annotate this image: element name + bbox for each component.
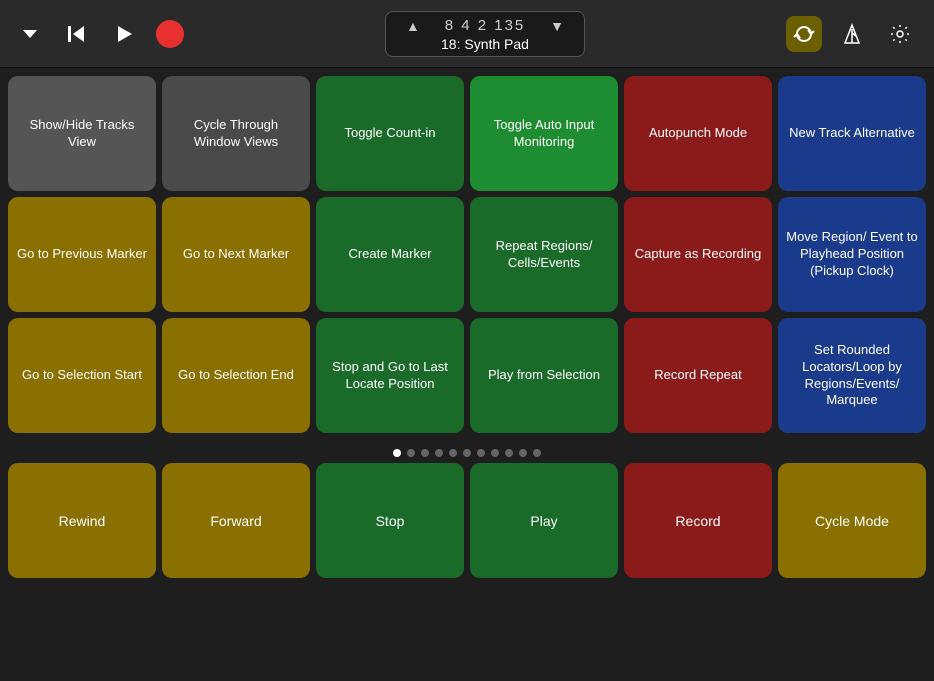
grid-cell-1-2[interactable]: Create Marker: [316, 197, 464, 312]
dropdown-arrow-icon: [20, 24, 40, 44]
metronome-button[interactable]: [834, 16, 870, 52]
header-center-top: ▲ 8 4 2 135 ▼: [402, 16, 568, 36]
transport-cell-5[interactable]: Cycle Mode: [778, 463, 926, 578]
page-dot-9[interactable]: [519, 449, 527, 457]
transport-cell-0[interactable]: Rewind: [8, 463, 156, 578]
page-dot-3[interactable]: [435, 449, 443, 457]
grid-cell-0-4[interactable]: Autopunch Mode: [624, 76, 772, 191]
record-circle: [156, 20, 184, 48]
header: ▲ 8 4 2 135 ▼ 18: Synth Pad: [0, 0, 934, 68]
cycle-button[interactable]: [786, 16, 822, 52]
grid-cell-0-5[interactable]: New Track Alternative: [778, 76, 926, 191]
grid-cell-0-3[interactable]: Toggle Auto Input Monitoring: [470, 76, 618, 191]
header-right: [786, 16, 918, 52]
grid-cell-2-1[interactable]: Go to Selection End: [162, 318, 310, 433]
metronome-icon: [841, 23, 863, 45]
skip-back-icon: [64, 22, 88, 46]
grid-cell-1-1[interactable]: Go to Next Marker: [162, 197, 310, 312]
rewind-to-start-button[interactable]: [60, 18, 92, 50]
grid-cell-0-1[interactable]: Cycle Through Window Views: [162, 76, 310, 191]
settings-button[interactable]: [882, 16, 918, 52]
page-dot-2[interactable]: [421, 449, 429, 457]
page-dot-0[interactable]: [393, 449, 401, 457]
play-button[interactable]: [108, 18, 140, 50]
play-icon: [112, 22, 136, 46]
page-dot-1[interactable]: [407, 449, 415, 457]
page-dot-8[interactable]: [505, 449, 513, 457]
grid-cell-1-0[interactable]: Go to Previous Marker: [8, 197, 156, 312]
header-left: [16, 18, 184, 50]
page-dot-7[interactable]: [491, 449, 499, 457]
page-dots: [0, 441, 934, 463]
chevron-down-button[interactable]: ▼: [546, 16, 568, 36]
grid-cell-2-5[interactable]: Set Rounded Locators/Loop by Regions/Eve…: [778, 318, 926, 433]
grid-cell-1-4[interactable]: Capture as Recording: [624, 197, 772, 312]
grid-cell-1-3[interactable]: Repeat Regions/ Cells/Events: [470, 197, 618, 312]
transport-cell-1[interactable]: Forward: [162, 463, 310, 578]
page-dot-6[interactable]: [477, 449, 485, 457]
grid-cell-2-4[interactable]: Record Repeat: [624, 318, 772, 433]
page-dot-5[interactable]: [463, 449, 471, 457]
track-name: 18: Synth Pad: [441, 36, 529, 52]
page-dot-10[interactable]: [533, 449, 541, 457]
transport-cell-4[interactable]: Record: [624, 463, 772, 578]
page-dot-4[interactable]: [449, 449, 457, 457]
record-button[interactable]: [156, 20, 184, 48]
transport-grid: RewindForwardStopPlayRecordCycle Mode: [8, 463, 926, 578]
cycle-icon: [793, 23, 815, 45]
main-grid-area: Show/Hide Tracks ViewCycle Through Windo…: [0, 68, 934, 441]
grid-cell-0-0[interactable]: Show/Hide Tracks View: [8, 76, 156, 191]
grid-cell-2-2[interactable]: Stop and Go to Last Locate Position: [316, 318, 464, 433]
transport-cell-2[interactable]: Stop: [316, 463, 464, 578]
grid-cell-2-0[interactable]: Go to Selection Start: [8, 318, 156, 433]
header-center: ▲ 8 4 2 135 ▼ 18: Synth Pad: [385, 11, 585, 57]
grid-cell-1-5[interactable]: Move Region/ Event to Playhead Position …: [778, 197, 926, 312]
button-grid: Show/Hide Tracks ViewCycle Through Windo…: [8, 76, 926, 433]
dropdown-button[interactable]: [16, 20, 44, 48]
bottom-transport: RewindForwardStopPlayRecordCycle Mode: [0, 463, 934, 586]
transport-cell-3[interactable]: Play: [470, 463, 618, 578]
chevron-up-button[interactable]: ▲: [402, 16, 424, 36]
grid-cell-2-3[interactable]: Play from Selection: [470, 318, 618, 433]
settings-icon: [889, 23, 911, 45]
grid-cell-0-2[interactable]: Toggle Count-in: [316, 76, 464, 191]
time-signature: 8 4 2 135: [445, 17, 526, 34]
